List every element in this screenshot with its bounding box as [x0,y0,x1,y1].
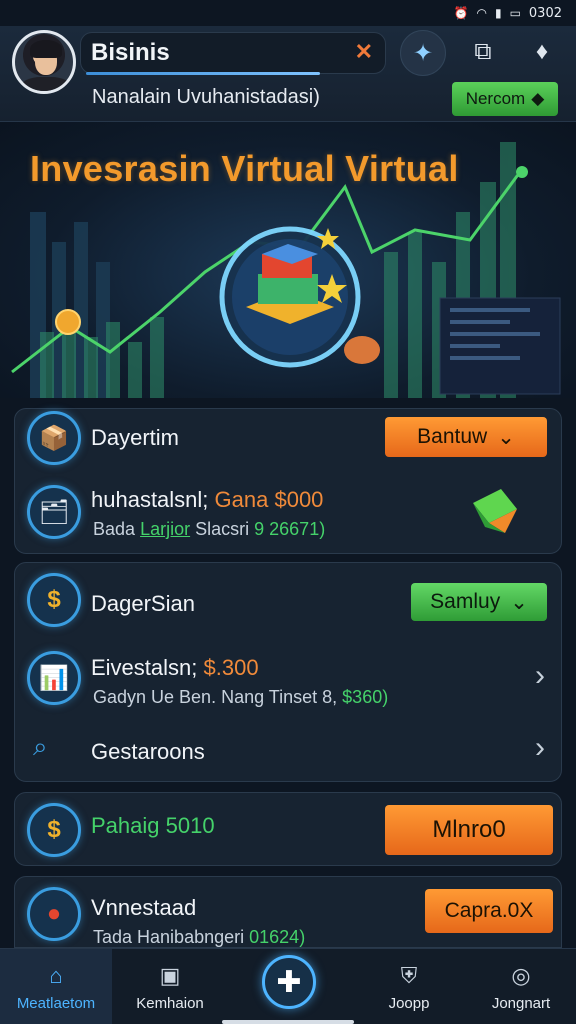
chevron-right-icon: › [535,731,545,764]
wallet-icon: ▣ [159,962,181,988]
battery-icon: ▭ [509,6,521,20]
share-button[interactable]: ⧉ [466,30,500,74]
next-button-label: Nercom [465,89,526,108]
bantuw-dropdown[interactable]: Bantuw ⌄ [385,417,547,457]
magnifier-icon: ⌕ [33,731,48,761]
eivestalsn-detail-b: $360) [342,687,389,707]
card-dayertim: 📦 Dayertim Bantuw ⌄ 🗂 huhastalsnl; Gana … [14,408,562,554]
alarm-icon: ⏰ [453,6,469,20]
search-bar[interactable]: Bisinis ✕ [80,32,386,74]
home-indicator [222,1020,354,1024]
avatar[interactable] [12,30,76,94]
rocket-icon: ● [27,887,81,941]
cap-button[interactable]: ♦ [524,30,560,74]
investment-detail: Bada Larjior Slacsri 9 26671) [93,519,325,540]
dayertim-label: Dayertim [91,425,180,450]
green-gem-icon [473,489,517,533]
shield-icon: ⛨ [400,962,418,988]
eivestalsn-label-a: Eivestalsn; [91,655,198,680]
nav-label-home: Meatlaetom [16,994,96,1012]
next-button[interactable]: Nercom ◆ [452,82,558,116]
nav-label-shield: Joopp [388,994,430,1012]
eivestalsn-detail: Gadyn Ue Ben. Nang Tinset 8, $360) [93,687,388,708]
target-icon: ◎ [511,962,531,988]
capra-label: Capra.0X [444,899,534,922]
investment-amount: Gana $000 [214,487,324,512]
bantuw-label: Bantuw [417,425,488,448]
status-bar: ⏰ ◠ ▮ ▭ 0302 [0,0,576,26]
wifi-icon: ◠ [476,6,487,20]
mlnro-label: Mlnro0 [432,816,506,843]
vnnestaad-detail-a: Tada Hanibabngeri [93,927,245,947]
nav-item-wallet[interactable]: ▣ Kemhaion [114,949,226,1024]
pahaig-label: Pahaig 5010 [91,813,215,838]
stack-icon: 🗂 [27,485,81,539]
vnnestaad-detail: Tada Hanibabngeri 01624) [93,927,305,948]
eivestalsn-amount: $.300 [203,655,259,680]
chart-card-icon: 📊 [27,651,81,705]
vnnestaad-label: Vnnestaad [91,895,197,920]
detail-link[interactable]: Larjior [140,519,190,539]
nav-item-shield[interactable]: ⛨ Joopp [354,949,464,1024]
coin-icon: $ [27,803,81,857]
investment-label: huhastalsnl; Gana $000 [91,487,323,513]
capra-button[interactable]: Capra.0X [425,889,553,933]
hero-title: Invesrasin Virtual Virtual [30,148,459,189]
eivestalsn-label: Eivestalsn; $.300 [91,655,259,681]
nav-label-target: Jongnart [491,994,551,1012]
card-vnnestaad: ● Vnnestaad Tada Hanibabngeri 01624) Cap… [14,876,562,948]
chevron-right-icon: › [535,659,545,692]
samluy-label: Samluy [430,590,501,613]
graduation-cap-icon: ♦ [535,38,549,65]
compass-button[interactable]: ✦ [400,30,446,76]
nav-label-wallet: Kemhaion [136,994,204,1012]
hero-banner: Invesrasin Virtual Virtual [0,122,576,398]
status-time: 0302 [528,5,562,21]
app-header: Bisinis ✕ Nanalain Uvuhanistadasi) ✦ ⧉ ♦… [0,26,576,122]
gestaroons-label: Gestaroons [91,739,205,764]
detail-a: Bada [93,519,136,539]
brand-title: Bisinis [91,39,170,66]
dagersian-label: DagerSian [91,591,195,616]
card-dagersian: $ DagerSian Samluy ⌄ 📊 Eivestalsn; $.300… [14,562,562,782]
vnnestaad-detail-b: 01624) [249,927,306,947]
chevron-down-icon: ⌄ [497,425,515,449]
diamond-icon: ◆ [531,89,545,108]
header-subtitle: Nanalain Uvuhanistadasi) [92,86,320,108]
chevron-down-icon: ⌄ [510,590,528,614]
close-icon[interactable]: ✕ [355,39,373,65]
plus-button[interactable]: ✚ [262,955,316,1009]
dollar-coin-icon: $ [27,573,81,627]
signal-icon: ▮ [494,6,502,20]
box-icon: 📦 [27,411,81,465]
compass-icon: ✦ [412,39,434,67]
home-icon: ⌂ [49,962,63,988]
bottom-nav: ⌂ Meatlaetom ▣ Kemhaion ✚ ⛨ Joopp ◎ Jong… [0,948,576,1024]
nav-item-home[interactable]: ⌂ Meatlaetom [0,949,112,1024]
detail-d: 9 26671) [254,519,326,539]
nav-item-target[interactable]: ◎ Jongnart [466,949,576,1024]
samluy-dropdown[interactable]: Samluy ⌄ [411,583,547,621]
share-icon: ⧉ [474,38,492,65]
progress-underline [86,72,320,75]
detail-c: Slacsri [195,519,250,539]
investment-label-a: huhastalsnl; [91,487,209,512]
mlnro-button[interactable]: Mlnro0 [385,805,553,855]
eivestalsn-detail-a: Gadyn Ue Ben. Nang Tinset 8, [93,687,338,707]
plus-icon: ✚ [276,965,302,999]
card-pahaig: $ Pahaig 5010 Mlnro0 [14,792,562,866]
